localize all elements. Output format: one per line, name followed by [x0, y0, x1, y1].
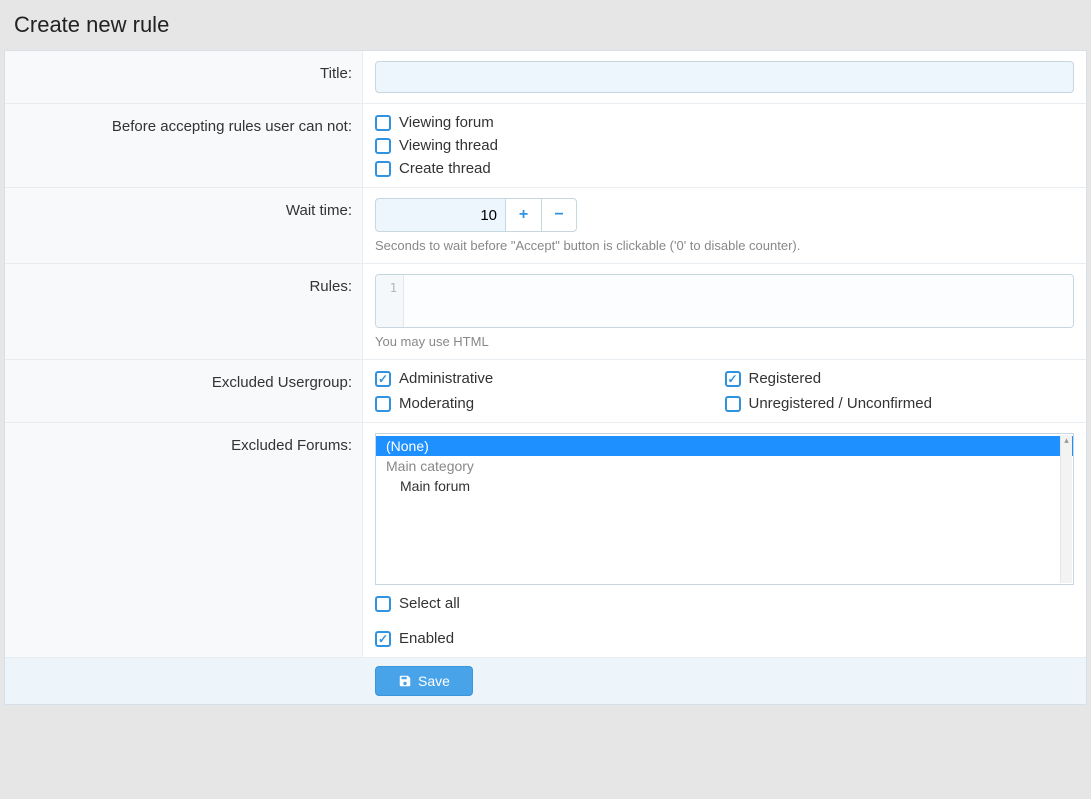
- option-label: Select all: [399, 595, 460, 612]
- excluded-forums-listbox[interactable]: (None) Main category Main forum: [375, 433, 1074, 585]
- label-rules: Rules:: [5, 264, 363, 359]
- row-title: Title:: [5, 51, 1086, 104]
- form-footer: Save: [5, 657, 1086, 704]
- prevent-option-viewing-thread[interactable]: Viewing thread: [375, 137, 1074, 154]
- checkbox-icon[interactable]: [375, 371, 391, 387]
- row-wait-time: Wait time: + − Seconds to wait before "A…: [5, 188, 1086, 264]
- plus-icon: +: [519, 206, 528, 224]
- select-all-forums[interactable]: Select all: [375, 595, 1074, 612]
- editor-body[interactable]: [404, 275, 1073, 327]
- form-panel: Title: Before accepting rules user can n…: [4, 50, 1087, 705]
- listbox-option-main-forum[interactable]: Main forum: [376, 476, 1073, 496]
- save-button[interactable]: Save: [375, 666, 473, 696]
- option-label: Enabled: [399, 630, 454, 647]
- rules-help: You may use HTML: [375, 334, 1074, 349]
- checkbox-icon[interactable]: [375, 161, 391, 177]
- checkbox-icon[interactable]: [725, 396, 741, 412]
- label-title: Title:: [5, 51, 363, 103]
- usergroup-grid: Administrative Registered Moderating Unr…: [375, 370, 1074, 412]
- title-input[interactable]: [375, 61, 1074, 93]
- label-before-accepting: Before accepting rules user can not:: [5, 104, 363, 187]
- option-label: Moderating: [399, 395, 474, 412]
- save-icon: [398, 674, 412, 688]
- listbox-optgroup-main-category: Main category: [376, 456, 1073, 476]
- prevent-option-viewing-forum[interactable]: Viewing forum: [375, 114, 1074, 131]
- checkbox-icon[interactable]: [375, 596, 391, 612]
- prevent-option-create-thread[interactable]: Create thread: [375, 160, 1074, 177]
- checkbox-icon[interactable]: [375, 115, 391, 131]
- row-before-accepting: Before accepting rules user can not: Vie…: [5, 104, 1086, 188]
- row-excluded-forums: Excluded Forums: (None) Main category Ma…: [5, 423, 1086, 657]
- option-label: Viewing thread: [399, 137, 498, 154]
- checkbox-icon[interactable]: [375, 396, 391, 412]
- label-excluded-usergroup: Excluded Usergroup:: [5, 360, 363, 422]
- page-title: Create new rule: [4, 0, 1087, 50]
- save-label: Save: [418, 673, 450, 689]
- checkbox-icon[interactable]: [375, 631, 391, 647]
- usergroup-administrative[interactable]: Administrative: [375, 370, 725, 387]
- wait-time-increment[interactable]: +: [505, 198, 541, 232]
- row-excluded-usergroup: Excluded Usergroup: Administrative Regis…: [5, 360, 1086, 423]
- usergroup-unregistered[interactable]: Unregistered / Unconfirmed: [725, 395, 1075, 412]
- option-label: Administrative: [399, 370, 493, 387]
- label-excluded-forums: Excluded Forums:: [5, 423, 363, 657]
- enabled-toggle[interactable]: Enabled: [375, 612, 1074, 647]
- listbox-scrollbar[interactable]: [1060, 435, 1072, 583]
- editor-gutter: 1: [376, 275, 404, 327]
- wait-time-input[interactable]: [375, 198, 505, 232]
- option-label: Viewing forum: [399, 114, 494, 131]
- usergroup-moderating[interactable]: Moderating: [375, 395, 725, 412]
- prevent-options-list: Viewing forum Viewing thread Create thre…: [375, 114, 1074, 177]
- listbox-option-none[interactable]: (None): [376, 436, 1073, 456]
- rules-editor[interactable]: 1: [375, 274, 1074, 328]
- row-rules: Rules: 1 You may use HTML: [5, 264, 1086, 360]
- option-label: Create thread: [399, 160, 491, 177]
- usergroup-registered[interactable]: Registered: [725, 370, 1075, 387]
- wait-time-decrement[interactable]: −: [541, 198, 577, 232]
- wait-time-help: Seconds to wait before "Accept" button i…: [375, 238, 1074, 253]
- option-label: Unregistered / Unconfirmed: [749, 395, 932, 412]
- minus-icon: −: [554, 206, 563, 224]
- checkbox-icon[interactable]: [375, 138, 391, 154]
- option-label: Registered: [749, 370, 822, 387]
- checkbox-icon[interactable]: [725, 371, 741, 387]
- wait-time-stepper: + −: [375, 198, 577, 232]
- label-wait-time: Wait time:: [5, 188, 363, 263]
